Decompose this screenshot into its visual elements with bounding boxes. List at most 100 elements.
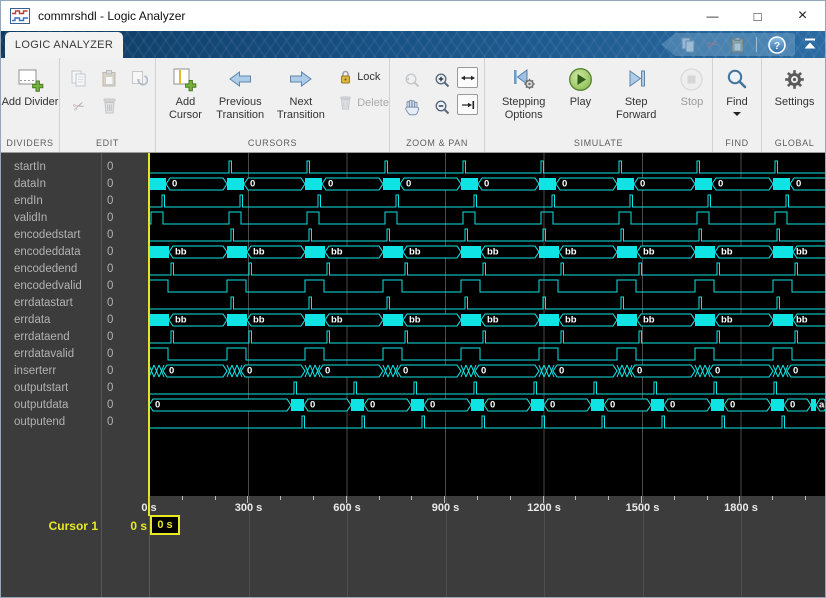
minimize-button[interactable]: — <box>690 1 735 31</box>
stepping-options-label: Stepping Options <box>495 96 552 121</box>
svg-text:0: 0 <box>559 366 564 377</box>
axis-tick <box>215 496 216 500</box>
add-divider-button[interactable]: Add Divider <box>1 58 59 137</box>
paste-icon[interactable] <box>94 64 124 92</box>
zoom-out-time-icon[interactable] <box>427 94 457 121</box>
cursor-1-marker[interactable]: 0 s <box>150 515 180 535</box>
settings-button[interactable]: Settings <box>762 58 826 137</box>
fit-to-view-icon[interactable] <box>457 67 478 88</box>
paste-icon[interactable] <box>730 37 745 53</box>
delete-icon[interactable] <box>94 92 124 120</box>
signal-name[interactable]: errdatavalid <box>14 346 98 363</box>
signal-value: 0 <box>107 159 145 176</box>
svg-text:bb: bb <box>796 247 808 258</box>
svg-text:0: 0 <box>403 366 408 377</box>
signal-value: 0 <box>107 295 145 312</box>
step-forward-button[interactable]: Step Forward <box>608 58 663 137</box>
section-label-find: FIND <box>713 137 761 152</box>
signal-name[interactable]: outputstart <box>14 380 98 397</box>
axis-tick <box>280 496 281 500</box>
signal-value: 0 <box>107 193 145 210</box>
cursor-1-value: 0 s <box>101 519 147 533</box>
zoom-out-full-icon[interactable] <box>397 67 427 94</box>
signal-value: 0 <box>107 363 145 380</box>
signal-name[interactable]: inserterr <box>14 363 98 380</box>
add-cursor-button[interactable]: Add Cursor <box>161 58 210 137</box>
maximize-button[interactable]: □ <box>735 1 780 31</box>
signal-value: 0 <box>107 414 145 431</box>
toolstrip: Add Divider DIVIDERS <box>1 58 825 153</box>
signal-name[interactable]: encodedvalid <box>14 278 98 295</box>
svg-text:0: 0 <box>310 400 315 411</box>
lock-cursor-button[interactable]: Lock <box>339 70 389 84</box>
svg-text:0: 0 <box>640 179 645 190</box>
signal-value: 0 <box>107 278 145 295</box>
delete-cursor-button[interactable]: Delete <box>339 96 389 110</box>
cursor-1-line[interactable] <box>148 153 150 516</box>
signal-value: 0 <box>107 346 145 363</box>
copy-icon[interactable] <box>681 37 696 53</box>
logic-analyzer-window: commrshdl - Logic Analyzer — □ × LOGIC A… <box>0 0 826 598</box>
find-button[interactable]: Find <box>713 58 761 137</box>
paste-special-icon[interactable] <box>124 64 154 92</box>
axis-label: 900 s <box>432 502 460 514</box>
cut-icon[interactable]: ✂ <box>705 35 721 54</box>
zoom-in-time-icon[interactable] <box>427 67 457 94</box>
signal-name[interactable]: encodedstart <box>14 227 98 244</box>
trash-icon <box>339 96 352 110</box>
pan-to-front-icon[interactable] <box>457 94 478 115</box>
signal-name[interactable]: startIn <box>14 159 98 176</box>
svg-text:0: 0 <box>172 179 177 190</box>
signal-value: 0 <box>107 329 145 346</box>
signal-name[interactable]: outputdata <box>14 397 98 414</box>
delete-label: Delete <box>357 97 389 109</box>
play-label: Play <box>570 96 591 109</box>
axis-tick <box>805 496 806 500</box>
svg-text:bb: bb <box>175 247 187 258</box>
play-button[interactable]: Play <box>560 58 600 137</box>
pan-icon[interactable] <box>397 94 427 121</box>
signal-name[interactable]: errdataend <box>14 329 98 346</box>
add-cursor-label: Add Cursor <box>161 96 210 121</box>
svg-text:0: 0 <box>718 179 723 190</box>
signal-name[interactable]: dataIn <box>14 176 98 193</box>
svg-text:0: 0 <box>406 179 411 190</box>
svg-text:0: 0 <box>155 400 160 411</box>
app-icon <box>10 8 30 24</box>
svg-text:0: 0 <box>370 400 375 411</box>
find-icon <box>726 64 748 94</box>
section-label-edit: EDIT <box>60 137 155 152</box>
signal-value: 0 <box>107 210 145 227</box>
svg-text:0: 0 <box>790 400 795 411</box>
signal-name[interactable]: outputend <box>14 414 98 431</box>
stop-button[interactable]: Stop <box>672 58 712 137</box>
svg-text:bb: bb <box>253 315 265 326</box>
stepping-options-button[interactable]: Stepping Options <box>495 58 552 137</box>
svg-text:0: 0 <box>550 400 555 411</box>
cut-icon[interactable]: ✂ <box>64 92 94 120</box>
previous-transition-button[interactable]: Previous Transition <box>210 58 271 137</box>
svg-text:0: 0 <box>793 366 798 377</box>
signal-name[interactable]: encodeddata <box>14 244 98 261</box>
close-button[interactable]: × <box>780 1 825 31</box>
axis-label: 1500 s <box>626 502 660 514</box>
settings-gear-icon <box>783 64 806 94</box>
svg-text:?: ? <box>774 41 780 52</box>
svg-text:bb: bb <box>409 315 421 326</box>
signal-name[interactable]: errdatastart <box>14 295 98 312</box>
next-transition-icon <box>288 64 313 94</box>
tab-logic-analyzer[interactable]: LOGIC ANALYZER <box>5 32 123 58</box>
signal-name[interactable]: encodedend <box>14 261 98 278</box>
axis-label: 600 s <box>333 502 361 514</box>
collapse-toolstrip-icon[interactable] <box>802 37 818 51</box>
next-transition-label: Next Transition <box>271 96 332 121</box>
signal-name[interactable]: errdata <box>14 312 98 329</box>
svg-text:0: 0 <box>328 179 333 190</box>
help-icon[interactable]: ? <box>768 36 786 54</box>
copy-icon[interactable] <box>64 64 94 92</box>
signal-name[interactable]: validIn <box>14 210 98 227</box>
play-icon <box>568 64 593 94</box>
waveform-plot[interactable]: 000000000bbbbbbbbbbbbbbbbbbbbbbbbbbbbbbb… <box>149 153 825 496</box>
next-transition-button[interactable]: Next Transition <box>271 58 332 137</box>
signal-name[interactable]: endIn <box>14 193 98 210</box>
